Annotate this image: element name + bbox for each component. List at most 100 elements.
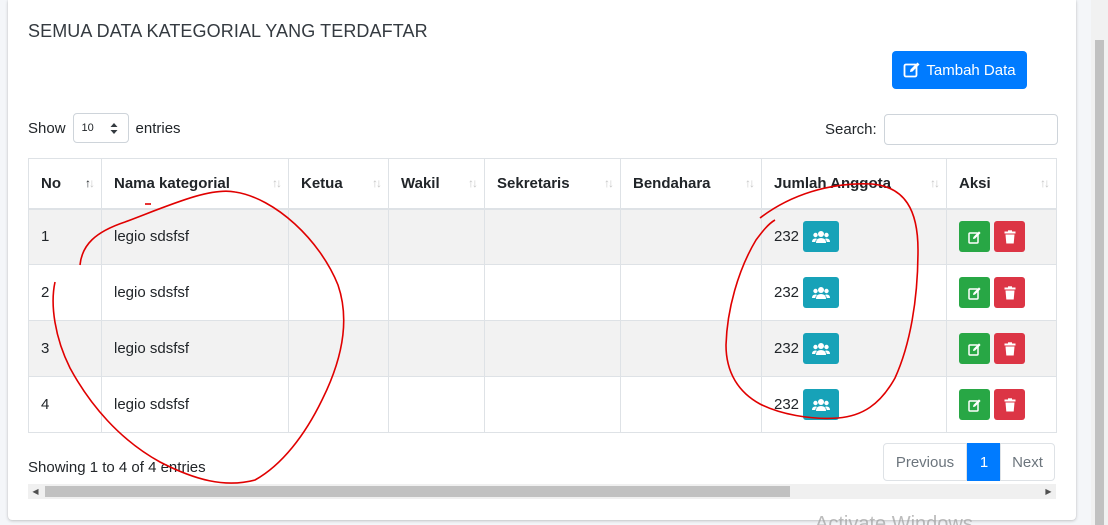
search-control: Search:	[825, 113, 1058, 145]
sort-icon: ↑↓	[1040, 176, 1050, 190]
cell-wakil	[388, 376, 485, 433]
previous-page-button[interactable]: Previous	[883, 443, 967, 481]
edit-icon	[903, 62, 920, 78]
view-members-button[interactable]	[803, 333, 840, 364]
delete-button[interactable]	[994, 277, 1025, 308]
users-icon	[812, 398, 831, 411]
cell-no: 2	[28, 264, 102, 321]
cell-bendahara	[620, 264, 762, 321]
col-header-ketua[interactable]: Ketua ↑↓	[288, 158, 389, 210]
scroll-right-icon[interactable]: ▶	[1041, 484, 1056, 499]
search-label: Search:	[825, 120, 877, 138]
cell-wakil	[388, 264, 485, 321]
users-icon	[812, 286, 831, 299]
col-header-sekretaris[interactable]: Sekretaris ↑↓	[484, 158, 621, 210]
search-input[interactable]	[883, 113, 1058, 145]
users-icon	[812, 342, 831, 355]
cell-ketua	[288, 208, 389, 265]
cell-bendahara	[620, 208, 762, 265]
cell-no: 4	[28, 376, 102, 433]
cell-jumlah: 232	[761, 208, 947, 265]
cell-ketua	[288, 264, 389, 321]
sort-icon: ↑↓	[745, 176, 755, 190]
sort-icon: ↑↓	[604, 176, 614, 190]
view-members-button[interactable]	[803, 221, 840, 253]
view-members-button[interactable]	[803, 277, 840, 308]
edit-button[interactable]	[959, 277, 990, 308]
page-1-button[interactable]: 1	[967, 443, 1001, 481]
trash-icon	[1004, 285, 1015, 299]
cell-nama: legio sdsfsf	[101, 320, 289, 377]
horizontal-scrollbar[interactable]: ◀ ▶	[28, 484, 1056, 499]
edit-button[interactable]	[959, 333, 990, 364]
cell-aksi	[946, 320, 1057, 377]
cell-no: 1	[28, 208, 102, 265]
table-row: 1 legio sdsfsf 232	[28, 208, 1057, 265]
edit-icon	[967, 398, 981, 412]
entries-select[interactable]: 10	[72, 113, 129, 143]
cell-no: 3	[28, 320, 102, 377]
col-header-no[interactable]: No ↑↓	[28, 158, 102, 210]
col-header-bendahara[interactable]: Bendahara ↑↓	[620, 158, 762, 210]
cell-nama: legio sdsfsf	[101, 208, 289, 265]
vertical-scrollbar-thumb[interactable]	[1095, 40, 1104, 525]
col-header-wakil[interactable]: Wakil ↑↓	[388, 158, 485, 210]
length-control: Show 10 entries	[28, 113, 181, 143]
col-header-nama[interactable]: Nama kategorial ↑↓	[101, 158, 289, 210]
table-info: Showing 1 to 4 of 4 entries	[28, 459, 206, 476]
cell-bendahara	[620, 376, 762, 433]
add-data-label: Tambah Data	[926, 61, 1016, 79]
cell-bendahara	[620, 320, 762, 377]
cell-sekretaris	[484, 320, 621, 377]
table-header-row: No ↑↓ Nama kategorial ↑↓ Ketua ↑↓ Wakil ↑↓ S…	[28, 158, 1057, 210]
content-card: SEMUA DATA KATEGORIAL YANG TERDAFTAR Tam…	[8, 0, 1076, 520]
next-page-button[interactable]: Next	[1000, 443, 1055, 481]
jumlah-value: 232	[774, 340, 800, 357]
cell-jumlah: 232	[761, 376, 947, 433]
cell-aksi	[946, 208, 1057, 265]
cell-ketua	[288, 320, 389, 377]
activate-windows-watermark: Activate Windows	[815, 513, 973, 525]
cell-wakil	[388, 320, 485, 377]
page-title: SEMUA DATA KATEGORIAL YANG TERDAFTAR	[28, 21, 428, 41]
sort-icon: ↑↓	[272, 176, 282, 190]
cell-nama: legio sdsfsf	[101, 376, 289, 433]
col-header-jumlah[interactable]: Jumlah Anggota ↑↓	[761, 158, 947, 210]
edit-icon	[967, 231, 981, 244]
cell-sekretaris	[484, 208, 621, 265]
cell-jumlah: 232	[761, 320, 947, 377]
table-row: 2 legio sdsfsf 232	[28, 264, 1057, 321]
cell-aksi	[946, 376, 1057, 433]
select-caret-icon	[110, 123, 118, 134]
entries-label: entries	[135, 119, 181, 137]
edit-icon	[967, 342, 981, 356]
sort-asc-icon: ↑↓	[85, 176, 95, 190]
delete-button[interactable]	[994, 333, 1025, 364]
view-members-button[interactable]	[803, 389, 840, 420]
pagination: Previous 1 Next	[883, 443, 1055, 481]
jumlah-value: 232	[774, 396, 800, 413]
sort-icon: ↑↓	[372, 176, 382, 190]
delete-button[interactable]	[994, 389, 1025, 420]
edit-button[interactable]	[959, 389, 990, 420]
cell-sekretaris	[484, 264, 621, 321]
add-data-button[interactable]: Tambah Data	[892, 51, 1027, 89]
edit-icon	[967, 286, 981, 300]
cell-jumlah: 232	[761, 264, 947, 321]
kategorial-table: No ↑↓ Nama kategorial ↑↓ Ketua ↑↓ Wakil ↑↓ S…	[28, 158, 1057, 433]
cell-nama: legio sdsfsf	[101, 264, 289, 321]
scroll-left-icon[interactable]: ◀	[28, 484, 43, 499]
entries-select-value: 10	[81, 122, 94, 134]
users-icon	[812, 230, 831, 243]
trash-icon	[1004, 341, 1015, 355]
edit-button[interactable]	[959, 221, 990, 253]
scrollbar-thumb[interactable]	[45, 486, 790, 497]
jumlah-value: 232	[774, 284, 800, 301]
cell-aksi	[946, 264, 1057, 321]
cell-sekretaris	[484, 376, 621, 433]
delete-button[interactable]	[994, 221, 1025, 253]
show-label: Show	[28, 119, 66, 137]
vertical-scrollbar[interactable]	[1091, 0, 1108, 525]
sort-icon: ↑↓	[468, 176, 478, 190]
col-header-aksi[interactable]: Aksi ↑↓	[946, 158, 1057, 210]
